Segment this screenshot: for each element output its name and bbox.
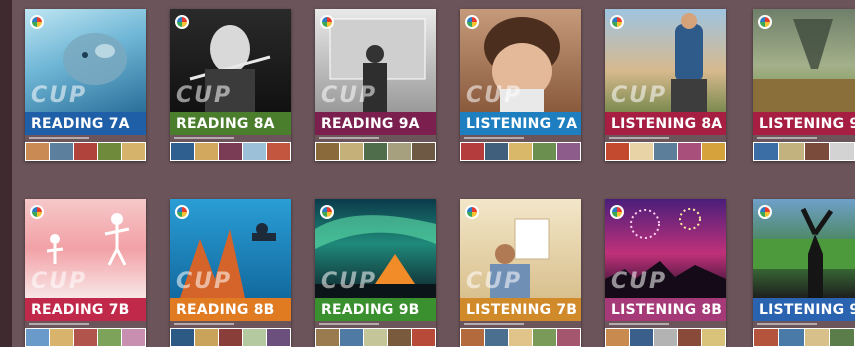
book-cover-listening-8a[interactable]: CUP LISTENING 8A — [605, 9, 726, 161]
book-title: READING 8B — [176, 301, 275, 318]
photo-strip — [605, 328, 726, 347]
publisher-logo-icon — [320, 15, 334, 29]
title-band: READING 9A — [315, 112, 436, 135]
book-cover-reading-9b[interactable]: CUP READING 9B — [315, 199, 436, 347]
photo-strip — [460, 142, 581, 161]
book-cover-listening-9b[interactable]: LISTENING 9 — [753, 199, 855, 347]
publisher-logo-icon — [758, 15, 772, 29]
publisher-logo-icon — [465, 15, 479, 29]
brand-watermark: CUP — [466, 83, 523, 108]
title-band: LISTENING 9 — [753, 298, 855, 321]
title-band: READING 7B — [25, 298, 146, 321]
subtitle-line — [174, 137, 234, 139]
publisher-logo-icon — [610, 15, 624, 29]
book-cover-reading-7a[interactable]: CUP READING 7A — [25, 9, 146, 161]
book-title: READING 8A — [176, 115, 275, 132]
title-band: LISTENING 9 — [753, 112, 855, 135]
brand-watermark: CUP — [611, 83, 668, 108]
subtitle-line — [609, 323, 669, 325]
book-title: READING 9A — [321, 115, 420, 132]
publisher-logo-icon — [30, 15, 44, 29]
book-cover-listening-9a[interactable]: LISTENING 9 — [753, 9, 855, 161]
photo-strip — [25, 142, 146, 161]
book-cover-listening-8b[interactable]: CUP LISTENING 8B — [605, 199, 726, 347]
photo-strip — [605, 142, 726, 161]
photo-strip — [315, 142, 436, 161]
publisher-logo-icon — [465, 205, 479, 219]
book-cover-grid: CUP READING 7A CUP READING 8A CUP READIN… — [0, 0, 855, 347]
brand-watermark: CUP — [176, 83, 233, 108]
book-cover-listening-7a[interactable]: CUP LISTENING 7A — [460, 9, 581, 161]
brand-watermark: CUP — [321, 269, 378, 294]
publisher-logo-icon — [30, 205, 44, 219]
book-title: READING 7B — [31, 301, 130, 318]
subtitle-line — [319, 323, 379, 325]
subtitle-line — [464, 137, 524, 139]
publisher-logo-icon — [320, 205, 334, 219]
title-band: READING 8B — [170, 298, 291, 321]
brand-watermark: CUP — [31, 269, 88, 294]
title-band: READING 8A — [170, 112, 291, 135]
book-title: READING 9B — [321, 301, 420, 318]
subtitle-line — [757, 323, 817, 325]
publisher-logo-icon — [610, 205, 624, 219]
photo-strip — [170, 142, 291, 161]
brand-watermark: CUP — [31, 83, 88, 108]
photo-strip — [753, 328, 855, 347]
book-title: LISTENING 9 — [759, 115, 855, 132]
title-band: LISTENING 8B — [605, 298, 726, 321]
publisher-logo-icon — [758, 205, 772, 219]
title-band: LISTENING 7A — [460, 112, 581, 135]
photo-strip — [25, 328, 146, 347]
subtitle-line — [29, 323, 89, 325]
photo-strip — [460, 328, 581, 347]
title-band: READING 9B — [315, 298, 436, 321]
publisher-logo-icon — [175, 15, 189, 29]
book-cover-listening-7b[interactable]: CUP LISTENING 7B — [460, 199, 581, 347]
photo-strip — [170, 328, 291, 347]
title-band: READING 7A — [25, 112, 146, 135]
book-title: READING 7A — [31, 115, 130, 132]
book-cover-reading-8a[interactable]: CUP READING 8A — [170, 9, 291, 161]
subtitle-line — [174, 323, 234, 325]
brand-watermark: CUP — [321, 83, 378, 108]
book-cover-reading-8b[interactable]: CUP READING 8B — [170, 199, 291, 347]
photo-strip — [315, 328, 436, 347]
subtitle-line — [464, 323, 524, 325]
brand-watermark: CUP — [466, 269, 523, 294]
book-title: LISTENING 9 — [759, 301, 855, 318]
subtitle-line — [757, 137, 817, 139]
brand-watermark: CUP — [176, 269, 233, 294]
photo-strip — [753, 142, 855, 161]
subtitle-line — [609, 137, 669, 139]
title-band: LISTENING 7B — [460, 298, 581, 321]
book-cover-reading-9a[interactable]: CUP READING 9A — [315, 9, 436, 161]
publisher-logo-icon — [175, 205, 189, 219]
book-title: LISTENING 8B — [611, 301, 723, 318]
book-title: LISTENING 7A — [466, 115, 578, 132]
book-title: LISTENING 7B — [466, 301, 578, 318]
subtitle-line — [29, 137, 89, 139]
brand-watermark: CUP — [611, 269, 668, 294]
title-band: LISTENING 8A — [605, 112, 726, 135]
book-title: LISTENING 8A — [611, 115, 723, 132]
subtitle-line — [319, 137, 379, 139]
book-cover-reading-7b[interactable]: CUP READING 7B — [25, 199, 146, 347]
